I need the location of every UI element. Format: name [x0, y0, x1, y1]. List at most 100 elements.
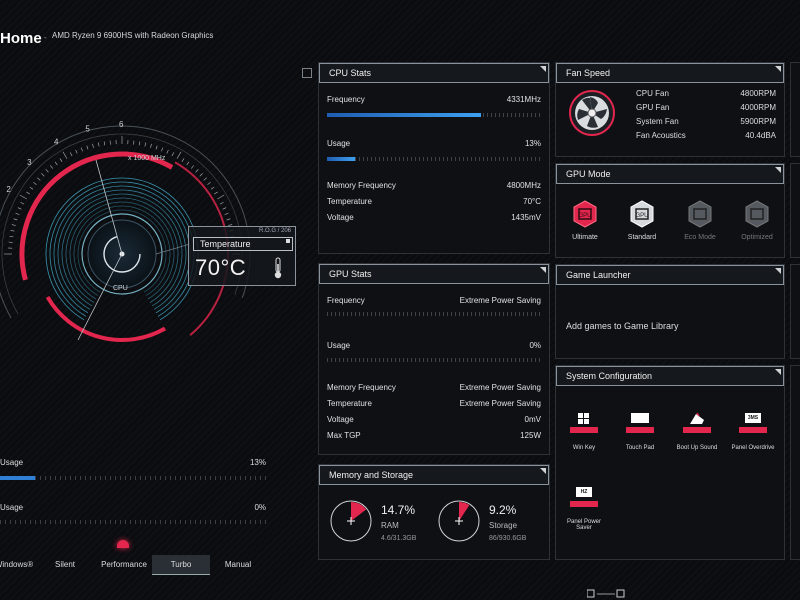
- gpu-max-tgp-label: Max TGP: [327, 431, 361, 440]
- gpu-mode-ultimate-label: Ultimate: [572, 234, 598, 241]
- win-key-label: Win Key: [572, 445, 596, 451]
- touch-pad-toggle[interactable]: Touch Pad: [615, 412, 665, 451]
- gpu-usage-value: 0%: [529, 341, 541, 350]
- dial-tick-label: 2: [6, 185, 11, 194]
- gpu-mode-ultimate[interactable]: GPU Ultimate: [565, 200, 605, 241]
- cpu-temperature-value: 70°C: [523, 197, 541, 206]
- memory-storage-panel: Memory and Storage 14.7% RAM 4.6/31.3GB …: [318, 464, 550, 560]
- gpu-temperature-label: Temperature: [327, 399, 372, 408]
- panel-overdrive-label: Panel Overdrive: [731, 445, 775, 451]
- gpu-usage-label: Usage: [327, 341, 351, 350]
- gpu-temperature-value: Extreme Power Saving: [459, 399, 541, 408]
- gpu-frequency-label: Frequency: [327, 296, 365, 305]
- corner-marker-icon: [775, 167, 781, 173]
- fan-speed-panel[interactable]: Fan Speed CPU Fan 4800RPM GPU Fan 4000RP…: [555, 62, 785, 157]
- gpu-max-tgp-value: 125W: [520, 431, 541, 440]
- gpu-mode-optimized-label: Optimized: [741, 234, 773, 241]
- cpu-fan-row: CPU Fan 4800RPM: [636, 89, 776, 98]
- svg-text:GPU: GPU: [635, 213, 648, 219]
- temperature-version-tag: R.O.G / 206: [258, 228, 291, 234]
- cpu-usage-row: Usage 13%: [327, 139, 541, 148]
- gpu-mode-header: GPU Mode: [556, 164, 784, 184]
- gpu-mode-eco[interactable]: Eco Mode: [680, 200, 720, 241]
- gpu-mode-standard[interactable]: GPU Standard: [622, 200, 662, 241]
- fan-speed-title: Fan Speed: [566, 68, 611, 78]
- dial-unit-label: x 1000 MHz: [128, 155, 166, 162]
- system-fan-value: 5900RPM: [740, 117, 776, 126]
- corner-marker-icon: [540, 267, 546, 273]
- boot-up-sound-label: Boot Up Sound: [676, 445, 718, 451]
- dial-tick: [9, 235, 14, 238]
- gpu-frequency-row: Frequency Extreme Power Saving: [327, 296, 541, 305]
- dial-tick: [37, 177, 41, 181]
- boot-up-sound-toggle[interactable]: Boot Up Sound: [672, 412, 722, 451]
- ram-gauge: [330, 500, 372, 542]
- cpu-stats-title: CPU Stats: [329, 68, 372, 78]
- panel-power-saver-badge: HZ: [580, 489, 588, 495]
- dial-tick: [144, 142, 147, 147]
- dial-tick: [199, 173, 203, 177]
- mode-manual-button[interactable]: Manual: [214, 555, 262, 575]
- offscreen-panel-edge: [790, 365, 800, 560]
- optimized-icon: [745, 200, 769, 228]
- header-separator: -: [44, 33, 47, 42]
- left-gpu-usage-bar: [0, 520, 266, 524]
- gpu-fan-row: GPU Fan 4000RPM: [636, 103, 776, 112]
- mode-windows-button[interactable]: Windows®: [0, 555, 42, 575]
- game-launcher-header: Game Launcher: [556, 265, 784, 285]
- dial-tick: [195, 169, 199, 173]
- ram-label: RAM: [381, 521, 399, 530]
- gpu-frequency-bar: [327, 312, 541, 316]
- svg-text:GPU: GPU: [578, 213, 591, 219]
- dial-accent-arc-lower: [45, 295, 166, 343]
- cpu-memory-frequency-row: Memory Frequency 4800MHz: [327, 181, 541, 190]
- standard-icon: GPU: [630, 200, 654, 228]
- cpu-frequency-row: Frequency 4331MHz: [327, 95, 541, 104]
- dial-tick: [217, 194, 225, 200]
- mode-silent-button[interactable]: Silent: [44, 555, 86, 575]
- gpu-stats-header: GPU Stats: [319, 264, 549, 284]
- gpu-mode-title: GPU Mode: [566, 169, 611, 179]
- dial-tick: [20, 201, 25, 205]
- dial-tick: [10, 229, 15, 232]
- dial-tick: [210, 186, 215, 190]
- gpu-frequency-value: Extreme Power Saving: [459, 296, 541, 305]
- win-key-toggle[interactable]: Win Key: [559, 412, 609, 451]
- offscreen-panel-edge: [790, 163, 800, 258]
- touch-pad-label: Touch Pad: [625, 445, 655, 451]
- dial-tick: [207, 181, 211, 186]
- fan-acoustics-value: 40.4dBA: [745, 131, 776, 140]
- temperature-label: Temperature: [200, 239, 251, 249]
- gpu-memory-frequency-value: Extreme Power Saving: [459, 383, 541, 392]
- dial-tick: [181, 158, 185, 162]
- panel-toggle-icon[interactable]: [302, 68, 312, 78]
- gpu-fan-value: 4000RPM: [740, 103, 776, 112]
- ram-percent: 14.7%: [381, 503, 416, 517]
- mode-turbo-button[interactable]: Turbo: [152, 555, 210, 575]
- dial-tick: [226, 218, 231, 221]
- eco-icon: [688, 200, 712, 228]
- game-launcher-message: Add games to Game Library: [566, 321, 679, 331]
- left-cpu-usage-value: 13%: [249, 458, 266, 467]
- mode-indicator: [117, 540, 129, 548]
- storage-gauge-arc: [459, 502, 470, 521]
- left-gpu-usage-label: Usage: [0, 503, 24, 512]
- dial-tick-label: 6: [119, 120, 124, 129]
- left-cpu-usage-bar: [0, 476, 266, 480]
- mode-performance-button[interactable]: Performance: [94, 555, 154, 575]
- dial-tick: [92, 143, 94, 148]
- panel-power-saver-label: Panel Power Saver: [566, 519, 602, 531]
- dial-tick: [29, 186, 34, 190]
- gpu-voltage-row: Voltage 0mV: [327, 415, 541, 424]
- gpu-voltage-value: 0mV: [524, 415, 541, 424]
- thermometer-icon: [274, 257, 282, 279]
- cpu-stats-panel: CPU Stats Frequency 4331MHz Usage 13% Me…: [318, 62, 550, 254]
- layout-toggle-icon[interactable]: [587, 589, 627, 599]
- game-launcher-title: Game Launcher: [566, 270, 631, 280]
- ram-gauge-arc: [351, 502, 367, 521]
- cpu-name: AMD Ryzen 9 6900HS with Radeon Graphics: [52, 31, 214, 40]
- game-launcher-panel[interactable]: Game Launcher Add games to Game Library: [555, 264, 785, 359]
- cpu-frequency-label: Frequency: [327, 95, 365, 104]
- gpu-mode-optimized[interactable]: Optimized: [737, 200, 777, 241]
- dial-tick: [15, 212, 20, 215]
